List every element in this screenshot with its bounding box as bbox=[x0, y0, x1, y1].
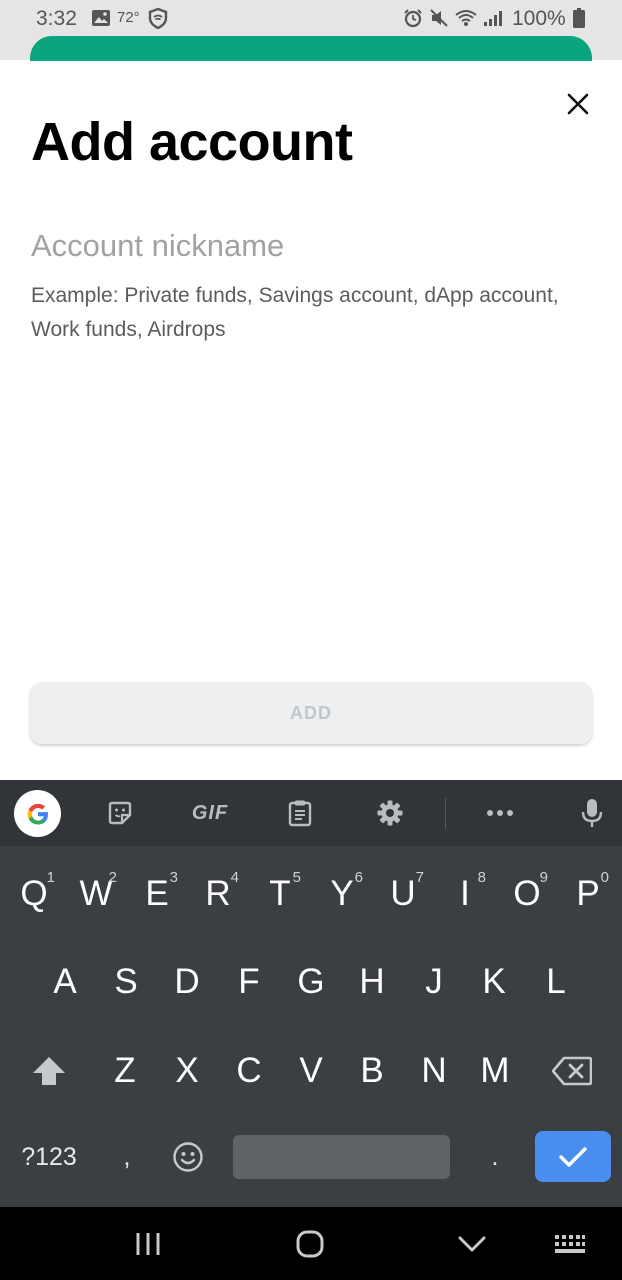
google-icon[interactable] bbox=[14, 790, 61, 837]
keyboard: GIF Q1 W2 E3 R4 T5 Y6 U7 I8 O9 P0 A S D … bbox=[0, 780, 622, 1207]
add-account-sheet: Add account Example: Private funds, Savi… bbox=[0, 61, 622, 781]
navigation-bar bbox=[0, 1207, 622, 1280]
comma-key[interactable]: , bbox=[110, 1135, 144, 1179]
wifi-icon bbox=[454, 8, 478, 28]
gif-button[interactable]: GIF bbox=[184, 790, 236, 836]
sticker-icon[interactable] bbox=[98, 790, 142, 836]
backspace-key[interactable] bbox=[548, 1049, 596, 1093]
key-y[interactable]: Y6 bbox=[319, 869, 365, 916]
shield-wifi-icon bbox=[146, 7, 170, 29]
emoji-icon bbox=[173, 1142, 203, 1172]
battery-icon bbox=[572, 8, 586, 28]
key-k[interactable]: K bbox=[471, 960, 517, 1004]
key-x[interactable]: X bbox=[164, 1049, 210, 1093]
key-q[interactable]: Q1 bbox=[11, 869, 57, 916]
emoji-key[interactable] bbox=[165, 1135, 211, 1179]
key-e[interactable]: E3 bbox=[134, 869, 180, 916]
key-b[interactable]: B bbox=[349, 1049, 395, 1093]
mute-icon bbox=[428, 8, 450, 28]
key-m[interactable]: M bbox=[472, 1049, 518, 1093]
clipboard-icon[interactable] bbox=[278, 790, 322, 836]
key-w[interactable]: W2 bbox=[73, 869, 119, 916]
mic-icon[interactable] bbox=[570, 790, 614, 836]
keyboard-toolbar: GIF bbox=[0, 780, 622, 846]
more-icon[interactable] bbox=[478, 790, 522, 836]
status-time: 3:32 bbox=[36, 7, 77, 30]
battery-percentage: 100% bbox=[512, 7, 566, 30]
shift-key[interactable] bbox=[26, 1049, 72, 1093]
key-c[interactable]: C bbox=[226, 1049, 272, 1093]
key-n[interactable]: N bbox=[411, 1049, 457, 1093]
recents-icon[interactable] bbox=[128, 1227, 168, 1261]
account-nickname-input[interactable] bbox=[31, 221, 591, 271]
add-button[interactable]: ADD bbox=[30, 682, 592, 744]
key-i[interactable]: I8 bbox=[442, 869, 488, 916]
gear-icon[interactable] bbox=[368, 790, 412, 836]
key-a[interactable]: A bbox=[42, 960, 88, 1004]
alarm-icon bbox=[402, 8, 424, 28]
key-j[interactable]: J bbox=[411, 960, 457, 1004]
enter-key[interactable] bbox=[535, 1131, 611, 1182]
nickname-helper-text: Example: Private funds, Savings account,… bbox=[31, 284, 559, 341]
close-button[interactable] bbox=[560, 86, 596, 122]
period-key[interactable]: . bbox=[478, 1135, 512, 1179]
key-f[interactable]: F bbox=[226, 960, 272, 1004]
key-g[interactable]: G bbox=[288, 960, 334, 1004]
key-l[interactable]: L bbox=[533, 960, 579, 1004]
back-icon[interactable] bbox=[452, 1227, 492, 1261]
key-r[interactable]: R4 bbox=[195, 869, 241, 916]
page-title: Add account bbox=[31, 112, 353, 172]
key-p[interactable]: P0 bbox=[565, 869, 611, 916]
checkmark-icon bbox=[559, 1146, 587, 1167]
home-icon[interactable] bbox=[290, 1227, 330, 1261]
toolbar-divider bbox=[445, 798, 446, 829]
key-z[interactable]: Z bbox=[102, 1049, 148, 1093]
key-s[interactable]: S bbox=[103, 960, 149, 1004]
key-o[interactable]: O9 bbox=[504, 869, 550, 916]
backspace-icon bbox=[552, 1056, 592, 1086]
keyboard-switch-icon[interactable] bbox=[550, 1227, 590, 1261]
close-icon bbox=[567, 93, 589, 115]
key-v[interactable]: V bbox=[288, 1049, 334, 1093]
signal-icon bbox=[482, 8, 504, 28]
key-t[interactable]: T5 bbox=[257, 869, 303, 916]
key-h[interactable]: H bbox=[349, 960, 395, 1004]
status-temperature: 72° bbox=[117, 9, 140, 26]
space-key[interactable] bbox=[233, 1135, 450, 1179]
shift-icon bbox=[33, 1057, 65, 1085]
key-u[interactable]: U7 bbox=[380, 869, 426, 916]
image-icon bbox=[90, 8, 112, 28]
symbols-key[interactable]: ?123 bbox=[14, 1135, 84, 1179]
key-d[interactable]: D bbox=[164, 960, 210, 1004]
